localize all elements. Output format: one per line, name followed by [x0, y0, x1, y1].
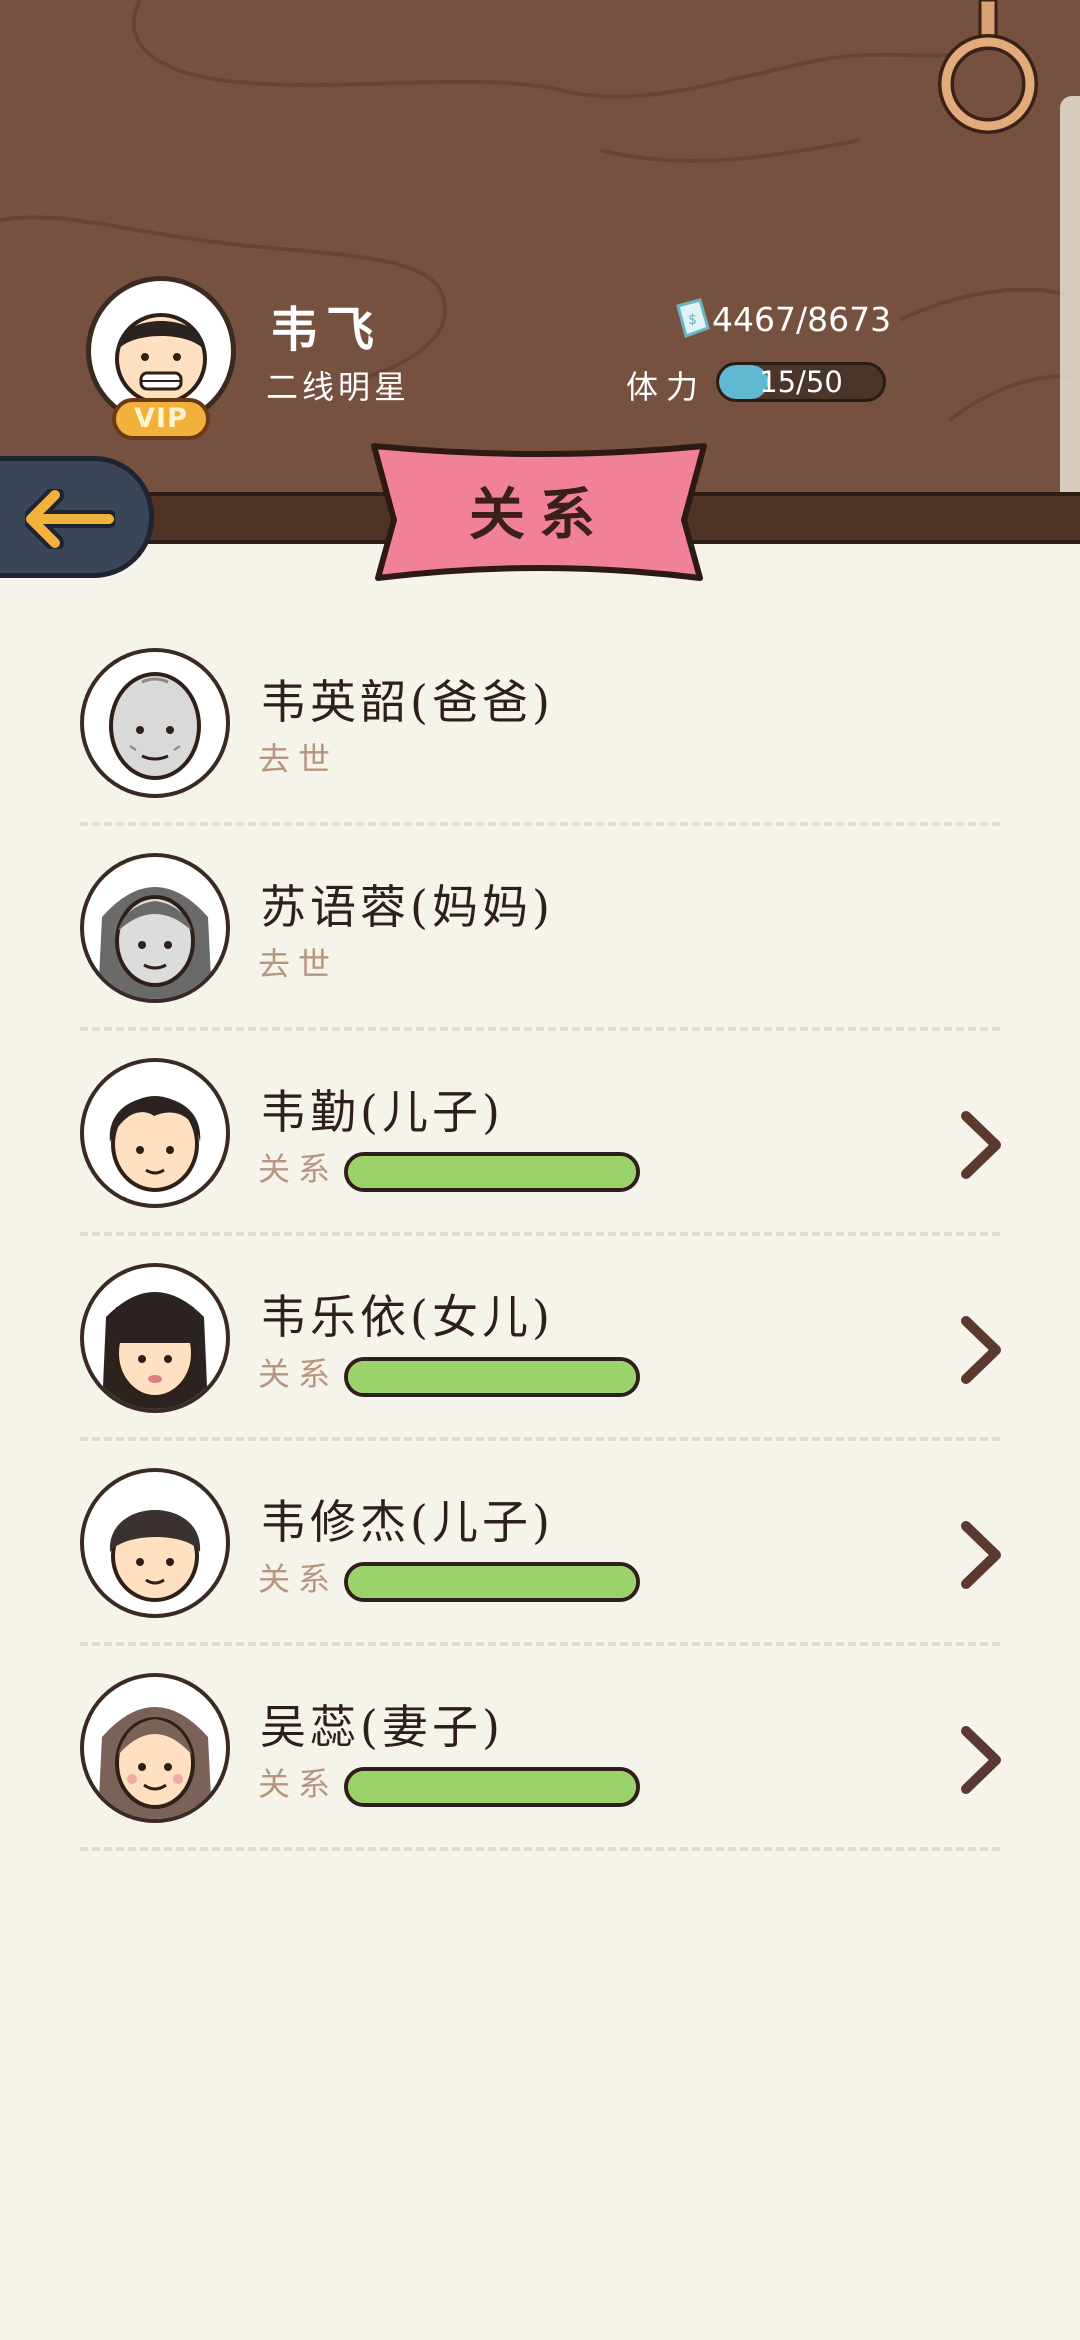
list-divider: [80, 1847, 1000, 1851]
relation-avatar: [80, 1673, 230, 1823]
stamina-bar: 15/50: [716, 362, 886, 402]
old-bald-man-avatar-icon: [109, 672, 201, 780]
scrollbar-edge: [1060, 96, 1080, 500]
chevron-right-icon[interactable]: [958, 1725, 1004, 1795]
list-item-relation-spouse[interactable]: 吴蕊(妻子) 关系: [0, 1655, 1080, 1860]
relation-label: 关系: [258, 1150, 339, 1188]
chevron-right-icon[interactable]: [958, 1315, 1004, 1385]
banknote-icon: $: [676, 298, 710, 338]
svg-text:$: $: [688, 312, 697, 328]
stamina-label: 体力: [626, 368, 707, 406]
relation-name: 韦勤(儿子): [260, 1085, 504, 1139]
relation-status: 去世: [258, 945, 339, 983]
chevron-right-icon[interactable]: [958, 1110, 1004, 1180]
relation-label: 关系: [258, 1560, 339, 1598]
list-item-relation: 韦英韶(爸爸) 去世: [0, 630, 1080, 835]
list-divider: [80, 1642, 1000, 1646]
relation-level-bar: [344, 1767, 640, 1807]
page-title: 关系: [469, 483, 609, 548]
relation-level-bar: [344, 1357, 640, 1397]
relation-label: 关系: [258, 1355, 339, 1393]
relation-avatar: [80, 648, 230, 798]
list-divider: [80, 1232, 1000, 1236]
back-arrow-icon: [25, 489, 115, 549]
relation-status: 去世: [258, 740, 339, 778]
list-item-relation-child[interactable]: 韦乐依(女儿) 关系: [0, 1245, 1080, 1450]
young-man-avatar-icon: [109, 1510, 201, 1602]
relation-name: 韦英韶(爸爸): [260, 675, 554, 729]
vip-badge: VIP: [112, 398, 210, 440]
old-woman-avatar-icon: [98, 887, 212, 999]
relation-level-bar: [344, 1562, 640, 1602]
list-item-relation-child[interactable]: 韦修杰(儿子) 关系: [0, 1450, 1080, 1655]
relation-level-bar: [344, 1152, 640, 1192]
relation-level-fill: [348, 1361, 636, 1393]
relation-avatar: [80, 1058, 230, 1208]
money-counter: 4467/8673: [712, 300, 892, 339]
relation-name: 吴蕊(妻子): [260, 1700, 504, 1754]
relation-name: 韦乐依(女儿): [260, 1290, 554, 1344]
list-item-relation-child[interactable]: 韦勤(儿子) 关系: [0, 1040, 1080, 1245]
relation-name: 韦修杰(儿子): [260, 1495, 554, 1549]
relation-avatar: [80, 853, 230, 1003]
chevron-right-icon[interactable]: [958, 1520, 1004, 1590]
relation-name: 苏语蓉(妈妈): [260, 880, 554, 934]
player-title: 二线明星: [266, 368, 411, 406]
young-woman-avatar-icon: [102, 1292, 208, 1409]
list-divider: [80, 822, 1000, 826]
relation-level-fill: [348, 1566, 636, 1598]
relation-level-fill: [348, 1771, 636, 1803]
list-divider: [80, 1027, 1000, 1031]
young-man-avatar-icon: [109, 1096, 201, 1192]
list-item-relation: 苏语蓉(妈妈) 去世: [0, 835, 1080, 1040]
list-divider: [80, 1437, 1000, 1441]
back-button[interactable]: [0, 456, 154, 578]
player-name: 韦飞: [270, 302, 383, 358]
woman-avatar-icon: [98, 1707, 212, 1819]
relation-avatar: [80, 1468, 230, 1618]
relation-level-fill: [348, 1156, 636, 1188]
stamina-value: 15/50: [759, 365, 843, 399]
relation-avatar: [80, 1263, 230, 1413]
relation-label: 关系: [258, 1765, 339, 1803]
hanging-ring-icon: [938, 0, 1038, 134]
